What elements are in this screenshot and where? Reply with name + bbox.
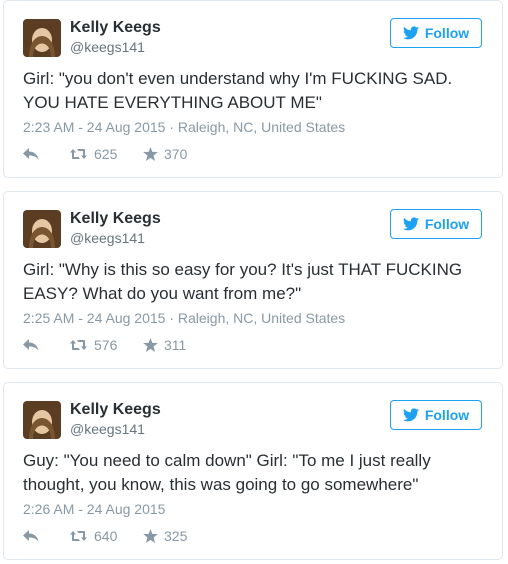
follow-button[interactable]: Follow [390, 18, 482, 48]
follow-button[interactable]: Follow [390, 209, 482, 239]
avatar[interactable] [23, 401, 61, 439]
user-name[interactable]: Kelly Keegs [70, 210, 161, 228]
avatar[interactable] [23, 19, 61, 57]
tweet-timestamp[interactable]: 2:23 AM - 24 Aug 2015 · Raleigh, NC, Uni… [23, 119, 345, 135]
star-icon [143, 529, 158, 543]
user-name[interactable]: Kelly Keegs [70, 19, 161, 37]
star-icon [143, 338, 158, 352]
retweet-count: 576 [94, 337, 118, 353]
twitter-bird-icon [402, 217, 419, 231]
tweet-timestamp[interactable]: 2:26 AM - 24 Aug 2015 [23, 501, 165, 517]
tweet-text: Girl: "you don't even understand why I'm… [23, 69, 453, 112]
tweet-timestamp[interactable]: 2:25 AM - 24 Aug 2015 · Raleigh, NC, Uni… [23, 310, 345, 326]
retweet-icon [69, 148, 88, 160]
tweet-actions: 576 311 [23, 337, 186, 353]
reply-icon[interactable] [23, 148, 69, 160]
retweet-button[interactable]: 625 [69, 146, 143, 162]
twitter-bird-icon [402, 26, 419, 40]
like-button[interactable]: 325 [143, 528, 187, 544]
reply-icon[interactable] [23, 530, 69, 542]
like-button[interactable]: 370 [143, 146, 187, 162]
tweet-actions: 625 370 [23, 146, 187, 162]
like-count: 370 [164, 146, 188, 162]
user-handle[interactable]: @keegs141 [70, 39, 145, 55]
avatar[interactable] [23, 210, 61, 248]
retweet-count: 640 [94, 528, 118, 544]
like-count: 325 [164, 528, 188, 544]
like-button[interactable]: 311 [143, 337, 186, 353]
tweet-card: Kelly Keegs @keegs141 Follow Girl: "Why … [3, 191, 503, 369]
reply-icon[interactable] [23, 339, 69, 351]
follow-button[interactable]: Follow [390, 400, 482, 430]
user-handle[interactable]: @keegs141 [70, 230, 145, 246]
tweet-card: Kelly Keegs @keegs141 Follow Guy: "You n… [3, 382, 503, 560]
follow-label: Follow [424, 407, 470, 423]
retweet-icon [69, 339, 88, 351]
tweet-actions: 640 325 [23, 528, 187, 544]
star-icon [143, 147, 158, 161]
tweet-text: Girl: "Why is this so easy for you? It's… [23, 260, 463, 303]
user-handle[interactable]: @keegs141 [70, 421, 145, 437]
tweet-text: Guy: "You need to calm down" Girl: "To m… [23, 451, 431, 494]
follow-label: Follow [424, 216, 470, 232]
user-name[interactable]: Kelly Keegs [70, 401, 161, 419]
tweet-card: Kelly Keegs @keegs141 Follow Girl: "you … [3, 0, 503, 178]
retweet-button[interactable]: 640 [69, 528, 143, 544]
retweet-count: 625 [94, 146, 118, 162]
retweet-button[interactable]: 576 [69, 337, 143, 353]
retweet-icon [69, 530, 88, 542]
twitter-bird-icon [402, 408, 419, 422]
like-count: 311 [164, 337, 187, 353]
follow-label: Follow [424, 25, 470, 41]
